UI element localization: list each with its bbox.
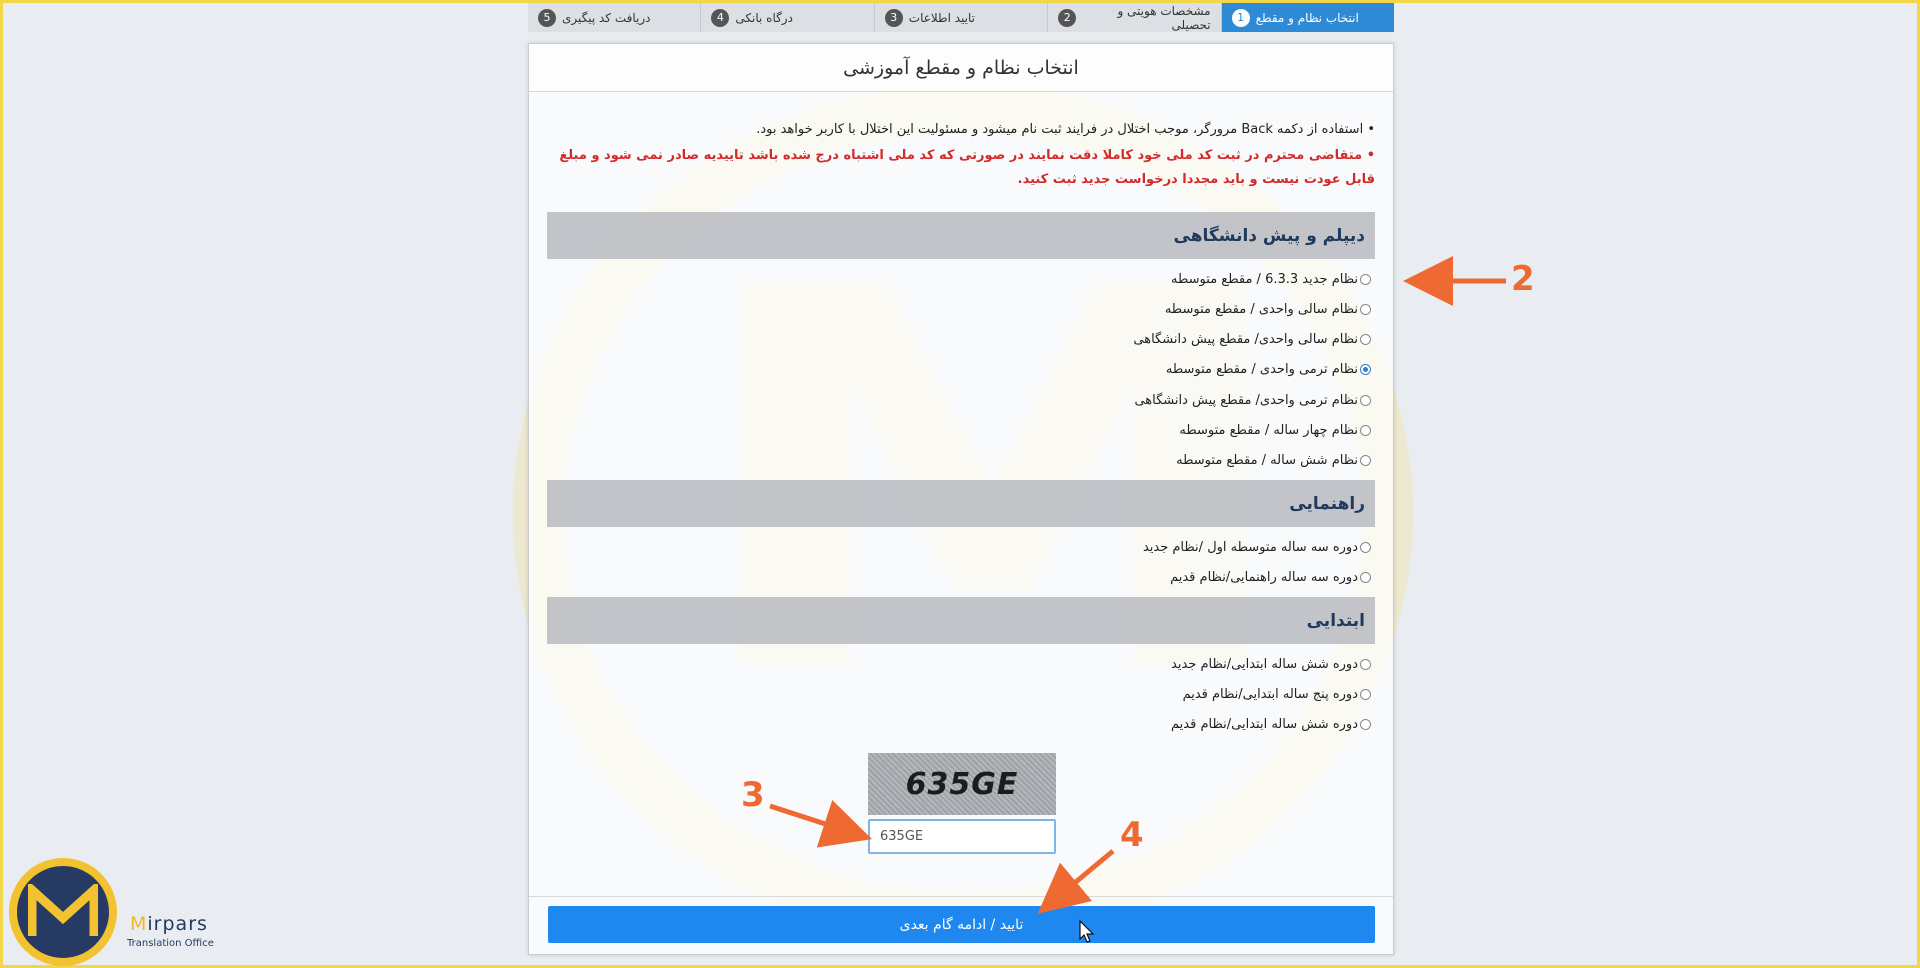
step-label: تایید اطلاعات xyxy=(908,10,976,25)
section-header-primary: ابتدایی xyxy=(547,597,1375,644)
radio-button[interactable] xyxy=(1360,658,1371,670)
radio-option-diploma-2[interactable]: نظام سالی واحدی/ مقطع پیش دانشگاهی xyxy=(1133,329,1371,349)
radio-option-primary-1[interactable]: دوره پنج ساله ابتدایی/نظام قدیم xyxy=(1183,684,1371,704)
radio-option-diploma-1[interactable]: نظام سالی واحدی / مقطع متوسطه xyxy=(1165,299,1371,319)
divider xyxy=(529,896,1393,897)
option-label: دوره پنج ساله ابتدایی/نظام قدیم xyxy=(1182,686,1358,702)
option-label: دوره سه ساله راهنمایی/نظام قدیم xyxy=(1170,569,1358,585)
form-panel: انتخاب نظام و مقطع آموزشی • استفاده از د… xyxy=(528,43,1394,955)
step-5[interactable]: 5 دریافت کد پیگیری xyxy=(528,3,702,32)
radio-option-primary-2[interactable]: دوره شش ساله ابتدایی/نظام قدیم xyxy=(1171,714,1371,734)
logo-brand-text: Mirpars xyxy=(130,913,208,935)
radio-option-diploma-3[interactable]: نظام ترمی واحدی / مقطع متوسطه xyxy=(1166,359,1371,379)
national-code-warning: • متقاضی محترم در ثبت کد ملی خود کاملا د… xyxy=(559,148,1375,187)
progress-stepper: 1 انتخاب نظام و مقطع 2 مشخصات هویتی و تح… xyxy=(528,3,1394,32)
step-label: انتخاب نظام و مقطع xyxy=(1255,10,1359,25)
radio-button-selected[interactable] xyxy=(1360,363,1371,375)
step-label: مشخصات هویتی و تحصیلی xyxy=(1117,3,1211,32)
step-3[interactable]: 3 تایید اطلاعات xyxy=(875,3,1049,32)
option-label: دوره شش ساله ابتدایی/نظام جدید xyxy=(1171,656,1358,672)
radio-option-guidance-0[interactable]: دوره سه ساله متوسطه اول /نظام جدید xyxy=(1143,537,1371,557)
step-number: 2 xyxy=(1058,8,1077,27)
option-label: نظام سالی واحدی/ مقطع پیش دانشگاهی xyxy=(1133,331,1358,347)
annotation-number-4: 4 xyxy=(1120,815,1144,855)
step-2[interactable]: 2 مشخصات هویتی و تحصیلی xyxy=(1048,3,1222,32)
step-number: 5 xyxy=(537,8,556,27)
annotation-number-3: 3 xyxy=(741,775,765,815)
option-label: نظام سالی واحدی / مقطع متوسطه xyxy=(1164,301,1358,317)
step-number: 4 xyxy=(711,8,730,27)
radio-button[interactable] xyxy=(1360,541,1371,553)
step-label: درگاه بانکی xyxy=(735,10,793,25)
radio-button[interactable] xyxy=(1360,424,1371,436)
radio-option-diploma-6[interactable]: نظام شش ساله / مقطع متوسطه xyxy=(1176,450,1371,470)
notes: • استفاده از دکمه Back مرورگر، موجب اختل… xyxy=(545,120,1375,192)
annotation-number-2: 2 xyxy=(1511,259,1535,299)
radio-button[interactable] xyxy=(1360,333,1371,345)
mirpars-logo-icon xyxy=(9,858,117,966)
section-header-guidance: راهنمایی xyxy=(547,480,1375,527)
option-label: نظام ترمی واحدی/ مقطع پیش دانشگاهی xyxy=(1134,392,1358,408)
option-label: نظام چهار ساله / مقطع متوسطه xyxy=(1179,422,1358,438)
option-label: نظام شش ساله / مقطع متوسطه xyxy=(1176,452,1358,468)
radio-button[interactable] xyxy=(1360,718,1371,730)
captcha-input[interactable] xyxy=(868,819,1056,854)
radio-button[interactable] xyxy=(1360,688,1371,700)
submit-next-button[interactable]: تایید / ادامه گام بعدی xyxy=(548,906,1375,943)
radio-option-diploma-0[interactable]: نظام جدید 6.3.3 / مقطع متوسطه xyxy=(1171,269,1371,289)
step-label: دریافت کد پیگیری xyxy=(561,10,651,25)
radio-button[interactable] xyxy=(1360,273,1371,285)
radio-option-guidance-1[interactable]: دوره سه ساله راهنمایی/نظام قدیم xyxy=(1170,567,1371,587)
option-label: دوره سه ساله متوسطه اول /نظام جدید xyxy=(1142,539,1358,555)
step-4[interactable]: 4 درگاه بانکی xyxy=(701,3,875,32)
step-number: 3 xyxy=(884,8,903,27)
back-button-note: • استفاده از دکمه Back مرورگر، موجب اختل… xyxy=(756,122,1375,137)
radio-button[interactable] xyxy=(1360,454,1371,466)
radio-button[interactable] xyxy=(1360,571,1371,583)
section-header-diploma: دیپلم و پیش دانشگاهی xyxy=(547,212,1375,259)
option-label: دوره شش ساله ابتدایی/نظام قدیم xyxy=(1171,716,1358,732)
radio-button[interactable] xyxy=(1360,394,1371,406)
option-label: نظام جدید 6.3.3 / مقطع متوسطه xyxy=(1171,271,1358,287)
radio-option-diploma-5[interactable]: نظام چهار ساله / مقطع متوسطه xyxy=(1179,420,1371,440)
step-number: 1 xyxy=(1231,8,1250,27)
radio-option-primary-0[interactable]: دوره شش ساله ابتدایی/نظام جدید xyxy=(1171,654,1371,674)
logo-subtitle: Translation Office xyxy=(127,938,214,949)
captcha-image: 635GE xyxy=(868,753,1056,815)
radio-button[interactable] xyxy=(1360,303,1371,315)
radio-option-diploma-4[interactable]: نظام ترمی واحدی/ مقطع پیش دانشگاهی xyxy=(1134,390,1371,410)
option-label: نظام ترمی واحدی / مقطع متوسطه xyxy=(1165,361,1358,377)
panel-title: انتخاب نظام و مقطع آموزشی xyxy=(529,44,1393,92)
step-1[interactable]: 1 انتخاب نظام و مقطع xyxy=(1221,3,1394,32)
